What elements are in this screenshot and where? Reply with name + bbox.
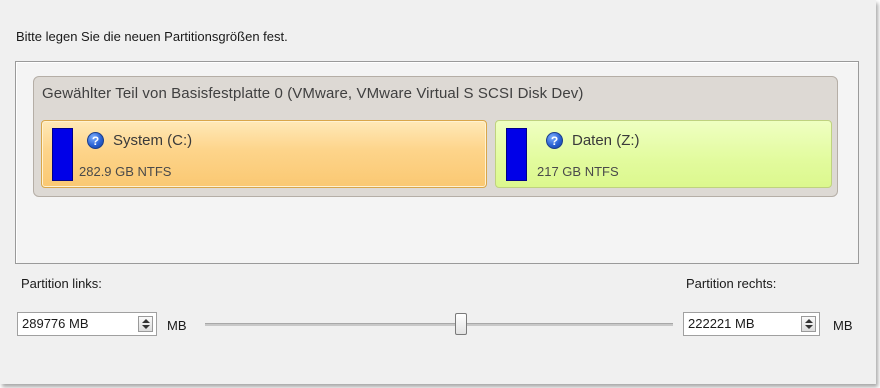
partition-right-label: Partition rechts: bbox=[686, 276, 777, 291]
partition-left-size-field[interactable] bbox=[17, 312, 157, 336]
partition-info: 217 GB NTFS bbox=[537, 164, 619, 179]
spinner-buttons[interactable] bbox=[801, 316, 816, 332]
spinner-buttons[interactable] bbox=[138, 316, 153, 332]
spin-up-icon[interactable] bbox=[805, 319, 813, 323]
partition-size-dialog: Bitte legen Sie die neuen Partitionsgröß… bbox=[0, 0, 876, 384]
partition-left-label: Partition links: bbox=[21, 276, 102, 291]
partition-left-size-input[interactable] bbox=[22, 313, 127, 335]
usage-bar bbox=[506, 128, 527, 181]
partition-name: Daten (Z:) bbox=[572, 132, 640, 149]
partition-daten-z[interactable]: ? Daten (Z:) 217 GB NTFS bbox=[495, 120, 832, 188]
disk-panel: Gewählter Teil von Basisfestplatte 0 (VM… bbox=[33, 76, 838, 197]
partition-size-slider-track[interactable] bbox=[205, 323, 673, 326]
unit-label-right: MB bbox=[833, 318, 853, 333]
help-icon[interactable]: ? bbox=[87, 132, 104, 149]
partition-right-size-input[interactable] bbox=[688, 313, 793, 335]
instruction-text: Bitte legen Sie die neuen Partitionsgröß… bbox=[16, 29, 288, 44]
unit-label-left: MB bbox=[167, 318, 187, 333]
help-icon[interactable]: ? bbox=[546, 132, 563, 149]
spin-up-icon[interactable] bbox=[142, 319, 150, 323]
spin-down-icon[interactable] bbox=[805, 325, 813, 329]
disk-map-frame: Gewählter Teil von Basisfestplatte 0 (VM… bbox=[15, 61, 859, 264]
disk-title: Gewählter Teil von Basisfestplatte 0 (VM… bbox=[42, 85, 584, 102]
partition-size-slider-thumb[interactable] bbox=[455, 313, 467, 335]
partition-right-size-field[interactable] bbox=[683, 312, 820, 336]
partition-system-c[interactable]: ? System (C:) 282.9 GB NTFS bbox=[41, 120, 487, 188]
partition-name: System (C:) bbox=[113, 132, 193, 149]
partition-info: 282.9 GB NTFS bbox=[79, 164, 172, 179]
spin-down-icon[interactable] bbox=[142, 325, 150, 329]
usage-bar bbox=[52, 128, 73, 181]
